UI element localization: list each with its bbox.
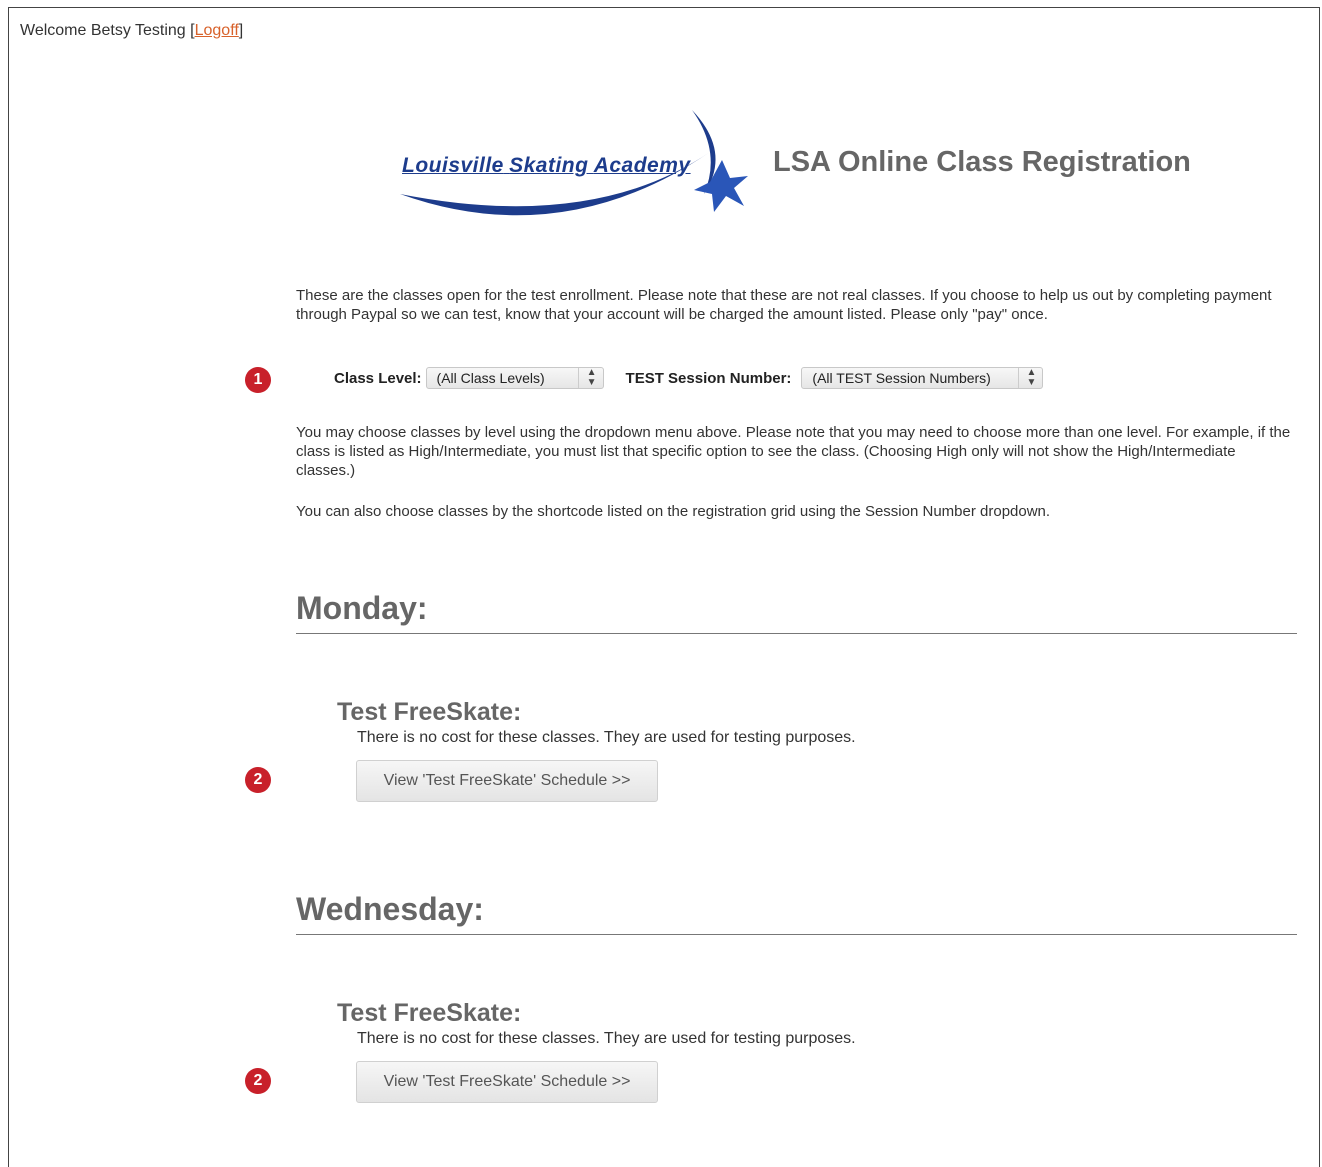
class-level-select[interactable]: (All Class Levels) ▲ ▼ [425,367,604,389]
session-number-label: TEST Session Number: [625,369,792,387]
academy-logo: Louisville Skating Academy [392,102,752,232]
annotation-marker-3: 2 [245,1068,271,1094]
session-number-value: (All TEST Session Numbers) [812,370,991,386]
welcome-text: Welcome Betsy Testing [ [20,22,195,39]
view-schedule-button-wednesday[interactable]: View 'Test FreeSkate' Schedule >> [356,1061,658,1103]
class-title: Test FreeSkate: [337,999,522,1027]
class-level-value: (All Class Levels) [436,370,545,386]
logo-word-1: Louisville [402,154,504,177]
class-description: There is no cost for these classes. They… [357,729,856,746]
annotation-marker-2: 2 [245,767,271,793]
class-level-label: Class Level: [334,369,422,387]
select-arrows-icon: ▲ ▼ [577,368,597,388]
logo-word-3: Academy [593,154,691,177]
page-title: LSA Online Class Registration [773,146,1191,178]
day-heading-wednesday: Wednesday: [296,891,1297,935]
class-title: Test FreeSkate: [337,698,522,726]
welcome-bar: Welcome Betsy Testing [Logoff] [20,22,243,40]
day-heading-monday: Monday: [296,590,1297,634]
view-schedule-button-monday[interactable]: View 'Test FreeSkate' Schedule >> [356,760,658,802]
select-arrows-icon: ▲ ▼ [1017,368,1036,388]
logo-wordmark: Louisville Skating Academy [402,154,691,178]
welcome-suffix: ] [238,22,244,39]
help-paragraph-level: You may choose classes by level using th… [296,424,1291,479]
session-number-select[interactable]: (All TEST Session Numbers) ▲ ▼ [801,367,1044,389]
intro-paragraph: These are the classes open for the test … [296,287,1272,323]
filter-bar: Class Level: (All Class Levels) ▲ ▼ TEST … [334,366,1044,390]
logoff-link[interactable]: Logoff [195,22,239,39]
annotation-marker-1: 1 [245,367,271,393]
help-paragraph-session: You can also choose classes by the short… [296,503,1051,520]
class-description: There is no cost for these classes. They… [357,1030,856,1047]
logo-word-2: Skating [509,154,589,177]
